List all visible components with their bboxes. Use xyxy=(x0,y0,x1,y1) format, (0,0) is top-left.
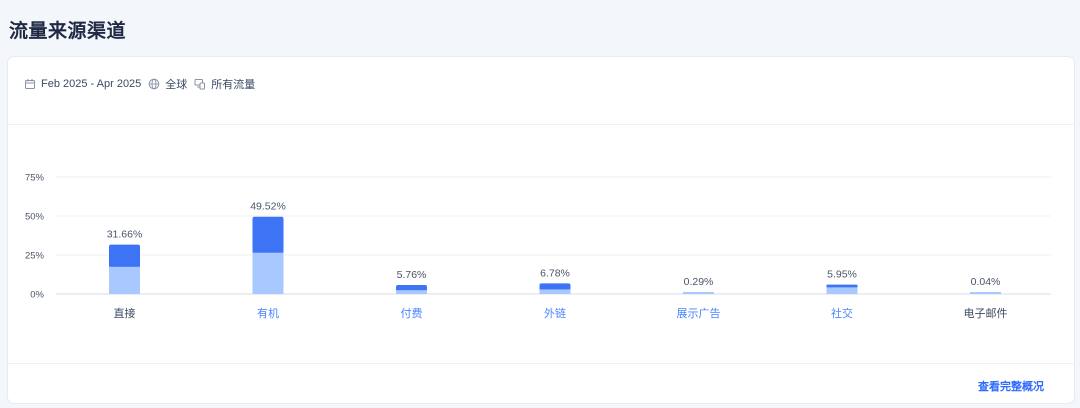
x-category-label[interactable]: 有机 xyxy=(257,306,279,320)
bar-segment-lower xyxy=(683,292,714,294)
x-category-label: 直接 xyxy=(114,306,136,320)
bar-segment-lower xyxy=(539,289,571,294)
x-category-label[interactable]: 展示广告 xyxy=(677,307,721,320)
y-tick-label: 25% xyxy=(25,251,45,262)
card-footer-divider xyxy=(8,363,1074,364)
y-tick-label: 75% xyxy=(25,173,45,184)
bar-segment-upper-base xyxy=(252,249,284,253)
bar-data-label: 6.78% xyxy=(540,267,570,279)
bar-data-label: 5.76% xyxy=(397,269,427,281)
bar-segment-upper-base xyxy=(396,287,427,291)
bar-segment-upper xyxy=(252,216,284,253)
page-title: 流量来源渠道 xyxy=(9,21,127,42)
bar-segment-upper-base xyxy=(539,286,571,290)
traffic-sources-bar-chart: 0% 25% 50% 75% 31.66% 直接 49.52% 有机 5.76% 付费 6.78% 外… xyxy=(25,173,1051,320)
y-tick-label: 50% xyxy=(25,212,45,223)
bar-segment-lower xyxy=(252,252,284,294)
x-category-label: 电子邮件 xyxy=(964,307,1008,320)
bar-segment-lower xyxy=(396,290,427,294)
bar-data-label: 0.04% xyxy=(971,276,1001,288)
bar-data-label: 0.29% xyxy=(684,276,714,288)
x-category-label[interactable]: 付费 xyxy=(401,307,423,320)
view-full-overview-link[interactable]: 查看完整概况 xyxy=(978,378,1044,394)
bar-segment-upper-base xyxy=(826,284,858,288)
traffic-sources-card: Feb 2025 - Apr 2025 全球 所有流量 0% 25% 50% 75% 3… xyxy=(8,57,1074,403)
bar-segment-lower xyxy=(826,287,858,294)
bar-data-label: 49.52% xyxy=(250,201,286,213)
y-tick-label: 0% xyxy=(30,290,44,301)
bar-segment-lower xyxy=(109,266,140,294)
bar-segment-lower xyxy=(970,292,1001,294)
bar-data-label: 5.95% xyxy=(827,269,857,281)
bar-segment-upper-base xyxy=(109,263,140,267)
bar-segment-upper xyxy=(109,244,140,267)
x-category-label[interactable]: 外链 xyxy=(544,306,566,320)
x-category-label[interactable]: 社交 xyxy=(831,306,853,320)
bar-data-label: 31.66% xyxy=(107,229,143,241)
